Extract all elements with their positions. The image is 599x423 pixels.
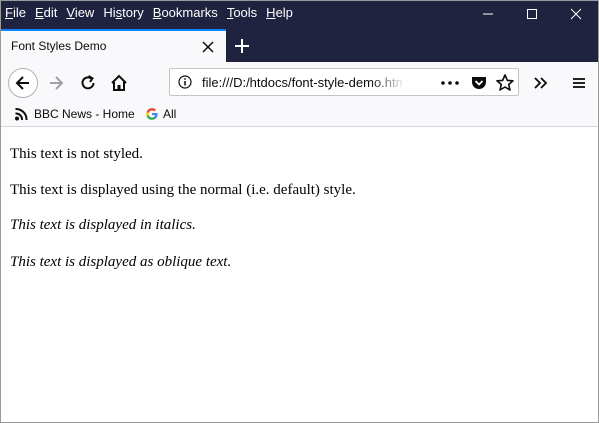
page-content: This text is not styled. This text is di… <box>1 127 598 422</box>
forward-arrow-icon <box>50 76 64 90</box>
text-not-styled: This text is not styled. <box>10 146 143 162</box>
maximize-button[interactable] <box>510 1 554 27</box>
menu-view-label: iew <box>74 4 95 20</box>
window-controls <box>466 1 598 27</box>
plus-icon <box>235 39 249 53</box>
menu-help-label: elp <box>275 4 293 20</box>
tab-close-icon[interactable] <box>201 40 215 54</box>
menu-bar: File Edit View History Bookmarks Tools H… <box>1 1 598 27</box>
bookmark-star-icon[interactable] <box>495 73 515 93</box>
menu-bookmarks[interactable]: Bookmarks <box>153 5 218 20</box>
menu-history-label-end: tory <box>122 4 144 20</box>
menu-edit-accesskey: E <box>34 4 44 20</box>
menu-edit-label: dit <box>43 4 58 20</box>
menu-file[interactable]: File <box>5 5 26 20</box>
maximize-icon <box>527 9 537 19</box>
bookmark-bbc-label: BBC News - Home <box>34 107 135 121</box>
bookmark-bbc[interactable]: BBC News - Home <box>14 105 135 123</box>
tab-strip: Font Styles Demo <box>1 27 598 62</box>
tab-title: Font Styles Demo <box>11 39 107 53</box>
menu-tools-label: ools <box>233 4 258 20</box>
menu-bookmarks-label: ookmarks <box>161 4 218 20</box>
rss-icon <box>15 108 28 121</box>
menu-tools[interactable]: Tools <box>227 5 257 20</box>
info-icon[interactable] <box>178 75 192 89</box>
menu-file-label: ile <box>12 4 26 20</box>
menu: File Edit View History Bookmarks Tools H… <box>5 1 302 27</box>
home-icon <box>111 74 127 91</box>
more-icon <box>441 81 459 85</box>
google-icon <box>146 108 158 120</box>
url-fade <box>370 70 406 94</box>
reload-button[interactable] <box>73 68 103 98</box>
menu-history[interactable]: History <box>103 5 143 20</box>
forward-button[interactable] <box>41 68 71 98</box>
bookmarks-toolbar: BBC News - Home All <box>1 102 598 127</box>
text-oblique: This text is displayed as oblique text. <box>10 254 232 270</box>
reload-icon <box>81 75 95 90</box>
minimize-icon <box>483 13 493 15</box>
text-normal-style: This text is displayed using the normal … <box>10 182 356 198</box>
page-actions-button[interactable] <box>440 74 460 92</box>
menu-help-accesskey: H <box>266 4 276 20</box>
menu-view-accesskey: V <box>66 4 75 20</box>
url-bar[interactable]: file:///D:/htdocs/font-style-demo.html <box>169 68 519 96</box>
nav-toolbar: file:///D:/htdocs/font-style-demo.html <box>1 62 598 102</box>
menu-view[interactable]: View <box>66 5 94 20</box>
browser-window: File Edit View History Bookmarks Tools H… <box>0 0 599 423</box>
menu-history-label-start: Hi <box>103 4 116 20</box>
app-menu-button[interactable] <box>564 68 594 98</box>
close-icon <box>570 8 582 20</box>
pocket-icon[interactable] <box>470 74 488 92</box>
menu-file-accesskey: F <box>5 4 13 20</box>
back-arrow-icon <box>15 76 29 90</box>
back-button[interactable] <box>8 68 38 98</box>
new-tab-button[interactable] <box>231 35 253 57</box>
text-italic: This text is displayed in italics. <box>10 217 196 233</box>
double-chevron-icon <box>534 77 548 89</box>
minimize-button[interactable] <box>466 1 510 27</box>
bookmark-all[interactable]: All <box>145 105 176 123</box>
bookmark-all-label: All <box>163 107 177 121</box>
hamburger-icon <box>573 78 585 88</box>
home-button[interactable] <box>104 68 134 98</box>
menu-edit[interactable]: Edit <box>35 5 57 20</box>
close-window-button[interactable] <box>554 1 598 27</box>
menu-help[interactable]: Help <box>266 5 293 20</box>
tab-active[interactable]: Font Styles Demo <box>1 29 226 62</box>
overflow-button[interactable] <box>526 68 556 98</box>
